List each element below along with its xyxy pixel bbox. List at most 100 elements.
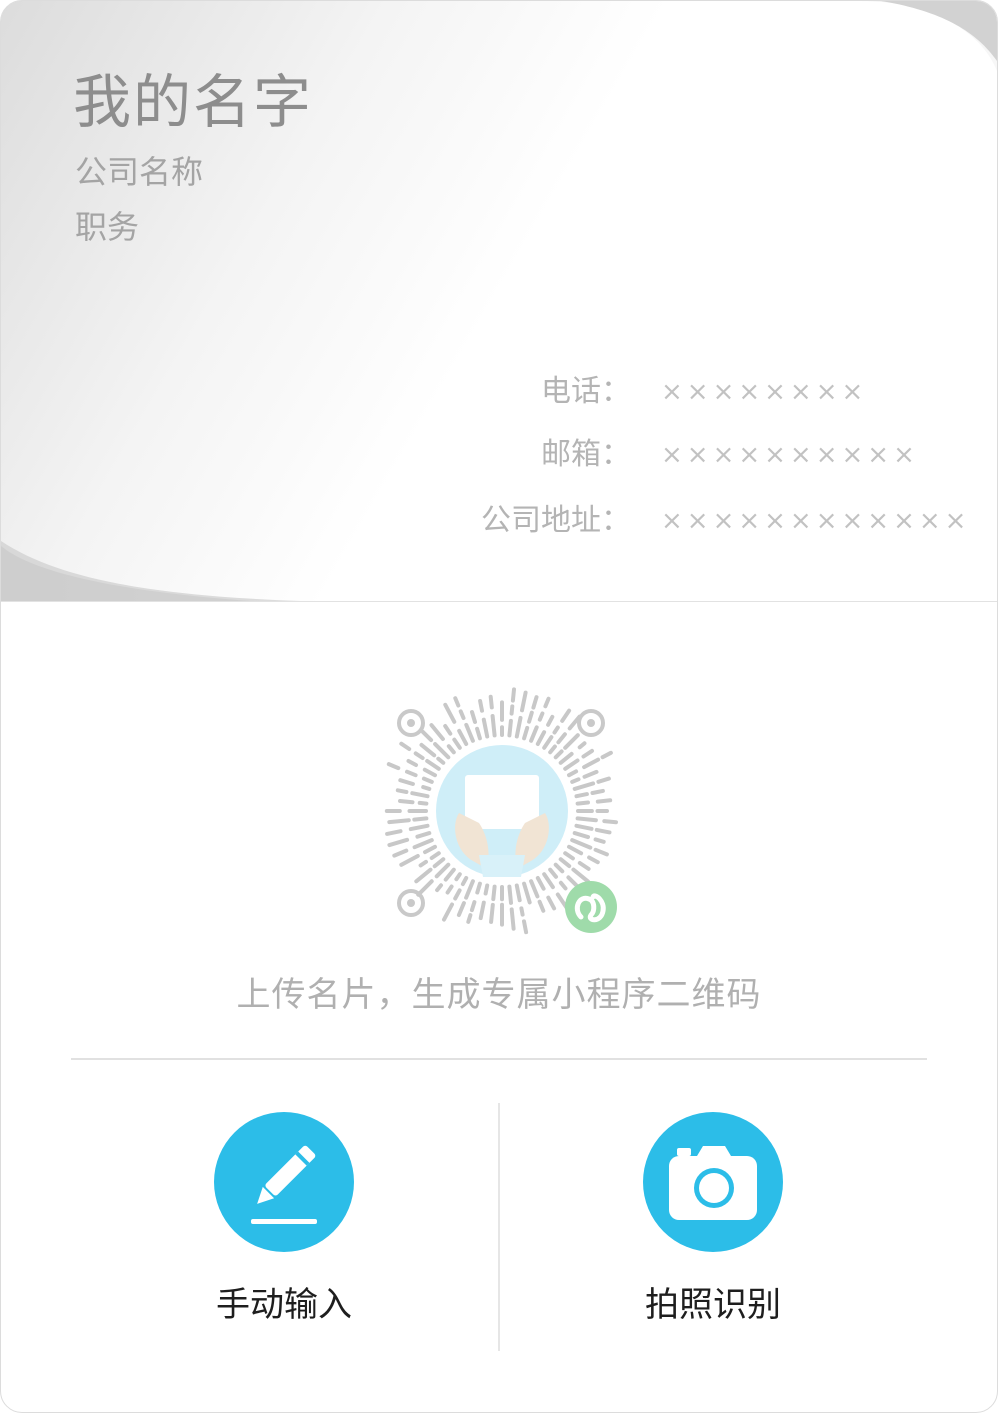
qr-ray [418, 859, 428, 868]
qr-ray [509, 704, 515, 716]
qr-ray [432, 857, 446, 869]
qr-ray [594, 827, 612, 835]
vertical-divider [498, 1103, 500, 1351]
qr-ray [514, 883, 522, 903]
qr-ray [413, 751, 425, 760]
qr-ray [429, 851, 441, 860]
qr-ray [475, 726, 482, 741]
qr-ray [575, 800, 590, 806]
qr-ray [537, 711, 545, 722]
qr-ray [548, 867, 558, 879]
qr-ray [593, 837, 606, 844]
qr-ray [546, 714, 555, 727]
camera-icon [669, 1146, 757, 1220]
qr-ray [445, 884, 454, 895]
qr-ray [600, 750, 613, 760]
qr-ray [460, 876, 469, 887]
qr-ray [387, 818, 411, 825]
qr-ray [556, 732, 567, 745]
manual-input-button[interactable]: 手动输入 [134, 1112, 434, 1352]
photo-recognition-label[interactable]: 拍照识别 [563, 1282, 863, 1328]
qr-ray [408, 823, 430, 832]
qr-ray [567, 769, 579, 778]
qr-ray [458, 709, 466, 720]
qr-ray [558, 751, 574, 765]
qr-ray [563, 851, 575, 861]
qr-ray [570, 777, 581, 784]
qr-ray [490, 714, 497, 738]
upload-card-page: 我的名字 公司名称 职务 电话： ×××××××× 邮箱： ××××××××××… [0, 0, 998, 1413]
qr-ray [552, 725, 560, 735]
qr-ray [582, 757, 601, 770]
qr-ray [421, 776, 434, 784]
qr-ray [574, 823, 594, 831]
qr-ray [546, 895, 557, 911]
qr-ray [421, 785, 432, 791]
qr-ray [478, 699, 484, 713]
qr-ray [425, 759, 441, 771]
qr-ray [443, 702, 457, 724]
qr-ray [443, 724, 453, 736]
qr-ray [417, 800, 429, 806]
manual-input-label[interactable]: 手动输入 [134, 1282, 434, 1328]
qr-ray [395, 788, 409, 794]
qr-ray [572, 781, 596, 791]
qr-ray [514, 715, 523, 739]
qr-ray [596, 776, 611, 784]
qr-ray [435, 883, 443, 893]
qr-ray [456, 901, 466, 917]
qr-ray [398, 778, 415, 786]
qr-ray [453, 888, 462, 901]
qr-ray [420, 729, 434, 743]
qr-ray [481, 717, 490, 739]
qr-ray [572, 831, 590, 840]
qr-ray [399, 741, 412, 751]
qr-ray [522, 881, 532, 905]
qr-ray [527, 710, 534, 724]
qr-ray [582, 769, 599, 779]
qr-ray [535, 730, 547, 746]
qr-ray [414, 867, 433, 884]
photo-recognition-button[interactable]: 拍照识别 [563, 1112, 863, 1352]
qr-ray [587, 855, 600, 865]
phone-label: 电话： [541, 374, 631, 409]
qr-ray [443, 867, 456, 882]
qr-ray [406, 759, 418, 767]
qr-ray [571, 867, 591, 884]
qr-ray [446, 744, 456, 755]
card-job-title: 职务 [75, 208, 140, 246]
qr-ray [510, 687, 516, 703]
email-label: 邮箱： [541, 437, 631, 472]
qr-ray [488, 694, 494, 710]
qr-ray [392, 848, 409, 858]
qr-ray [522, 725, 530, 741]
qr-ray [509, 907, 516, 931]
qr-ray [574, 792, 589, 799]
qr-ray [553, 749, 564, 760]
qr-ray [577, 741, 587, 750]
qr-ray [464, 879, 475, 900]
qr-ray [535, 876, 546, 891]
photo-recognition-icon-circle[interactable] [643, 1112, 783, 1252]
qr-ray [436, 756, 446, 765]
divider [71, 1058, 927, 1060]
qr-ray [385, 829, 403, 836]
qr-ray [577, 861, 591, 871]
qr-ray [398, 799, 415, 805]
qr-ray [454, 872, 462, 882]
business-card-preview: 我的名字 公司名称 职务 电话： ×××××××× 邮箱： ××××××××××… [1, 1, 997, 602]
mini-program-badge-icon [565, 881, 617, 933]
qr-ray [412, 816, 429, 822]
qr-ray [475, 881, 482, 895]
qr-ray [595, 798, 613, 804]
qr-ray [590, 788, 605, 795]
qr-ray [602, 819, 618, 825]
mini-program-qr-code [384, 687, 618, 935]
qr-ray [464, 722, 475, 743]
qr-ray [452, 737, 462, 750]
qr-ray [483, 883, 490, 896]
qr-ray [558, 880, 568, 891]
qr-ray [423, 844, 437, 855]
card-name: 我的名字 [73, 68, 314, 136]
manual-input-icon-circle[interactable] [214, 1112, 354, 1252]
